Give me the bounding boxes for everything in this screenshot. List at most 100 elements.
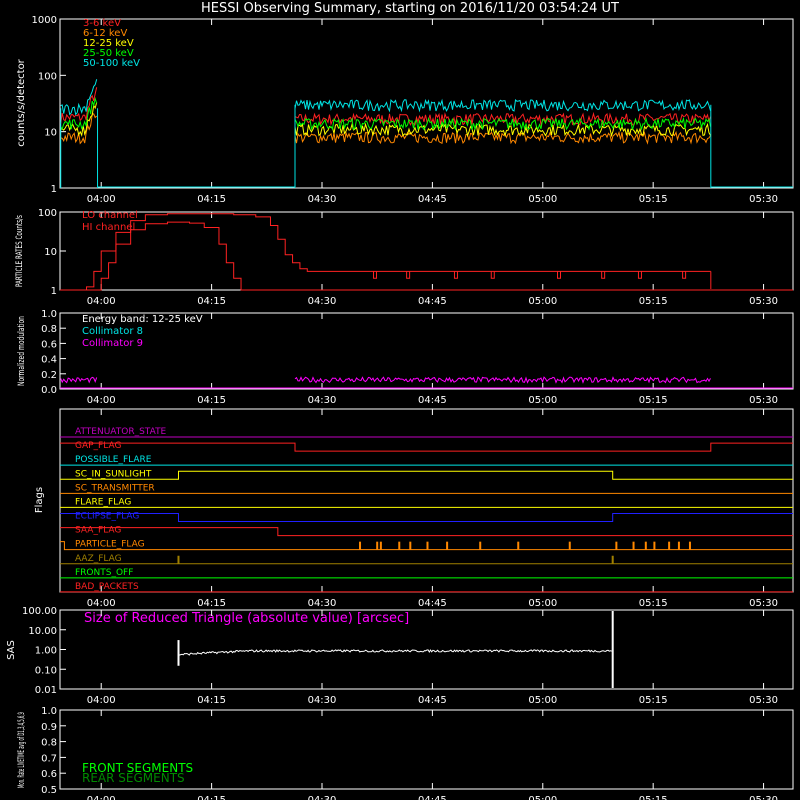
legend-entry: REAR SEGMENTS (82, 771, 185, 785)
flags-ylabel: Flags (34, 487, 45, 513)
y-tick-label: 1.0 (41, 309, 57, 320)
time-tick-label: 04:45 (418, 695, 447, 706)
time-tick-label: 05:30 (749, 598, 778, 609)
sas-annotation: Size of Reduced Triangle (absolute value… (84, 611, 409, 626)
time-tick-label: 05:00 (528, 598, 557, 609)
time-tick-label: 04:30 (308, 695, 337, 706)
time-tick-label: 04:15 (197, 395, 226, 406)
time-tick-label: 05:00 (528, 695, 557, 706)
count-rates-ylabel: counts/s/detector (16, 58, 27, 146)
legend-entry: HI channel (82, 222, 135, 233)
time-tick-label: 04:45 (418, 598, 447, 609)
time-tick-label: 04:15 (197, 695, 226, 706)
y-tick-label: 0.8 (41, 324, 57, 335)
time-tick-label: 04:00 (87, 194, 116, 205)
time-tick-label: 05:30 (749, 795, 778, 800)
flag-spike (409, 541, 412, 550)
flag-spike (426, 541, 429, 550)
y-tick-label: 0.10 (35, 665, 57, 676)
y-tick-label: 1.00 (35, 646, 57, 657)
flag-label: AAZ_FLAG (75, 554, 122, 564)
time-tick-label: 05:00 (528, 296, 557, 307)
time-tick-label: 04:45 (418, 795, 447, 800)
sas-ylabel: SAS (6, 640, 17, 660)
flag-spike (177, 555, 180, 564)
time-tick-label: 05:15 (639, 795, 668, 800)
particle-rates-ylabel: PARTICLE RATES Counts/s (15, 215, 25, 287)
y-tick-label: 1000 (32, 15, 57, 26)
time-tick-label: 04:00 (87, 395, 116, 406)
time-tick-label: 04:15 (197, 795, 226, 800)
y-tick-label: 0.6 (41, 769, 57, 780)
flag-spike (677, 541, 680, 550)
flag-label: SC_TRANSMITTER (75, 483, 155, 493)
flag-spike (615, 541, 618, 550)
legend-entry: LO channel (82, 210, 138, 221)
time-tick-label: 04:45 (418, 395, 447, 406)
time-tick-label: 05:30 (749, 695, 778, 706)
flag-spike (446, 541, 449, 550)
y-tick-label: 0.7 (41, 753, 57, 764)
chart-title: HESSI Observing Summary, starting on 201… (201, 1, 619, 16)
y-tick-label: 0.9 (41, 722, 57, 733)
flag-label: FRONTS_OFF (75, 568, 133, 578)
y-tick-label: 0.01 (35, 685, 57, 696)
flag-spike (359, 541, 362, 550)
time-tick-label: 04:15 (197, 194, 226, 205)
time-tick-label: 05:00 (528, 795, 557, 800)
legend-entry: 50-100 keV (83, 58, 140, 69)
flag-label: FLARE_FLAG (75, 497, 131, 507)
time-tick-label: 04:15 (197, 598, 226, 609)
flag-spike (398, 541, 401, 550)
time-tick-label: 05:30 (749, 395, 778, 406)
flag-spike (688, 541, 691, 550)
time-tick-label: 05:15 (639, 598, 668, 609)
y-tick-label: 10.00 (28, 626, 57, 637)
flag-spike (479, 541, 482, 550)
time-tick-label: 04:30 (308, 795, 337, 800)
flag-spike (653, 541, 656, 550)
flag-spike (376, 541, 379, 550)
y-tick-label: 0.0 (41, 385, 57, 396)
y-tick-label: 1 (51, 184, 57, 195)
y-tick-label: 1.0 (41, 706, 57, 717)
flag-label: ATTENUATOR_STATE (75, 427, 167, 437)
time-tick-label: 04:30 (308, 598, 337, 609)
time-tick-label: 04:30 (308, 194, 337, 205)
y-tick-label: 100 (38, 208, 57, 219)
legend-entry: Collimator 9 (82, 338, 143, 349)
flag-spike (379, 541, 382, 550)
time-tick-label: 05:00 (528, 395, 557, 406)
y-tick-label: 1 (51, 286, 57, 297)
time-tick-label: 05:15 (639, 695, 668, 706)
flag-label: POSSIBLE_FLARE (75, 455, 152, 465)
flag-spike (632, 541, 635, 550)
chart-background (0, 0, 800, 800)
time-tick-label: 05:15 (639, 296, 668, 307)
y-tick-label: 0.6 (41, 339, 57, 350)
time-tick-label: 05:00 (528, 194, 557, 205)
modulation-energy-band: Energy band: 12-25 keV (82, 314, 203, 325)
time-tick-label: 04:00 (87, 695, 116, 706)
modulation-ylabel: Normalized modulation (17, 316, 27, 386)
y-tick-label: 0.5 (41, 785, 57, 796)
time-tick-label: 04:00 (87, 296, 116, 307)
flag-spike (611, 555, 614, 564)
time-tick-label: 04:45 (418, 194, 447, 205)
time-tick-label: 04:30 (308, 296, 337, 307)
flag-label: SC_IN_SUNLIGHT (75, 469, 152, 479)
flag-spike (644, 541, 647, 550)
flag-spike (668, 541, 671, 550)
time-tick-label: 04:00 (87, 598, 116, 609)
time-tick-label: 05:30 (749, 194, 778, 205)
y-tick-label: 10 (44, 128, 57, 139)
time-tick-label: 04:45 (418, 296, 447, 307)
y-tick-label: 0.4 (41, 355, 57, 366)
flag-spike (517, 541, 520, 550)
time-tick-label: 05:30 (749, 296, 778, 307)
y-tick-label: 0.8 (41, 738, 57, 749)
time-tick-label: 05:15 (639, 194, 668, 205)
time-tick-label: 04:15 (197, 296, 226, 307)
time-tick-label: 04:30 (308, 395, 337, 406)
y-tick-label: 10 (44, 247, 57, 258)
